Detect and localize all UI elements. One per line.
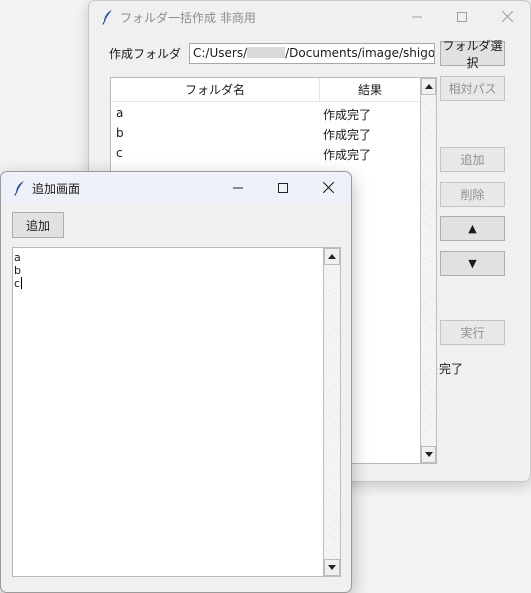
column-header-name[interactable]: フォルダ名 xyxy=(111,78,320,101)
scroll-up-button[interactable] xyxy=(421,78,436,95)
folder-names-textarea[interactable]: a b c xyxy=(12,247,341,577)
scroll-down-button[interactable] xyxy=(324,559,340,576)
dialog-close-button[interactable] xyxy=(305,172,351,203)
scroll-up-arrow-icon xyxy=(328,254,336,259)
main-window-title: フォルダ一括作成 非商用 xyxy=(120,11,256,25)
main-titlebar[interactable]: フォルダ一括作成 非商用 xyxy=(89,1,530,32)
textarea-scrollbar[interactable] xyxy=(323,247,341,577)
row-result: 作成完了 xyxy=(323,148,372,162)
close-icon xyxy=(501,11,513,22)
minimize-icon xyxy=(233,187,243,188)
scroll-up-arrow-icon xyxy=(424,84,433,89)
redacted-username xyxy=(247,47,286,58)
textarea-content: a b c xyxy=(14,251,23,290)
dialog-add-button[interactable]: 追加 xyxy=(12,212,64,238)
maximize-icon xyxy=(457,11,467,22)
row-result: 作成完了 xyxy=(323,108,372,122)
path-prefix: C:/Users/ xyxy=(193,46,248,60)
row-folder-name: c xyxy=(116,146,123,160)
table-row[interactable]: c 作成完了 xyxy=(111,143,420,163)
feather-icon xyxy=(14,181,24,196)
text-line-last: c xyxy=(14,277,23,290)
folder-path-field[interactable]: C:/Users/ /Documents/image/shigotan xyxy=(189,43,435,64)
row-result: 作成完了 xyxy=(323,128,372,142)
text-line: a xyxy=(14,251,21,264)
scroll-up-button[interactable] xyxy=(324,248,340,265)
dialog-titlebar[interactable]: 追加画面 xyxy=(1,172,351,203)
feather-icon xyxy=(102,10,112,25)
move-down-button[interactable]: ▼ xyxy=(440,251,505,276)
dialog-maximize-button[interactable] xyxy=(260,172,306,203)
scroll-down-button[interactable] xyxy=(421,446,436,463)
column-header-result[interactable]: 結果 xyxy=(320,78,420,101)
text-line: b xyxy=(14,264,21,277)
scroll-down-arrow-icon xyxy=(328,565,336,570)
text-line: c xyxy=(14,277,21,290)
select-folder-button[interactable]: フォルダ選択 xyxy=(440,39,505,70)
text-caret xyxy=(21,277,23,289)
maximize-button[interactable] xyxy=(439,1,485,32)
row-folder-name: b xyxy=(116,126,124,140)
minimize-button[interactable] xyxy=(394,1,440,32)
table-header: フォルダ名 結果 xyxy=(111,78,420,102)
path-suffix: /Documents/image/shigotan xyxy=(285,46,435,60)
table-row[interactable]: a 作成完了 xyxy=(111,103,420,123)
folder-label: 作成フォルダ xyxy=(109,47,182,61)
add-dialog-window: 追加画面 追加 a b c xyxy=(0,171,352,593)
row-folder-name: a xyxy=(116,106,124,120)
table-row[interactable]: b 作成完了 xyxy=(111,123,420,143)
add-row-button[interactable]: 追加 xyxy=(440,147,505,172)
relative-path-button[interactable]: 相対パス xyxy=(440,76,505,101)
delete-row-button[interactable]: 削除 xyxy=(440,182,505,207)
status-label: 完了 xyxy=(439,362,464,376)
close-button[interactable] xyxy=(484,1,530,32)
move-up-button[interactable]: ▲ xyxy=(440,216,505,241)
table-scrollbar[interactable] xyxy=(420,77,437,464)
scroll-down-arrow-icon xyxy=(424,452,433,457)
run-button[interactable]: 実行 xyxy=(440,320,505,345)
minimize-icon xyxy=(412,16,422,17)
dialog-title: 追加画面 xyxy=(32,182,81,196)
maximize-icon xyxy=(278,182,288,193)
close-icon xyxy=(322,182,334,193)
dialog-minimize-button[interactable] xyxy=(215,172,261,203)
